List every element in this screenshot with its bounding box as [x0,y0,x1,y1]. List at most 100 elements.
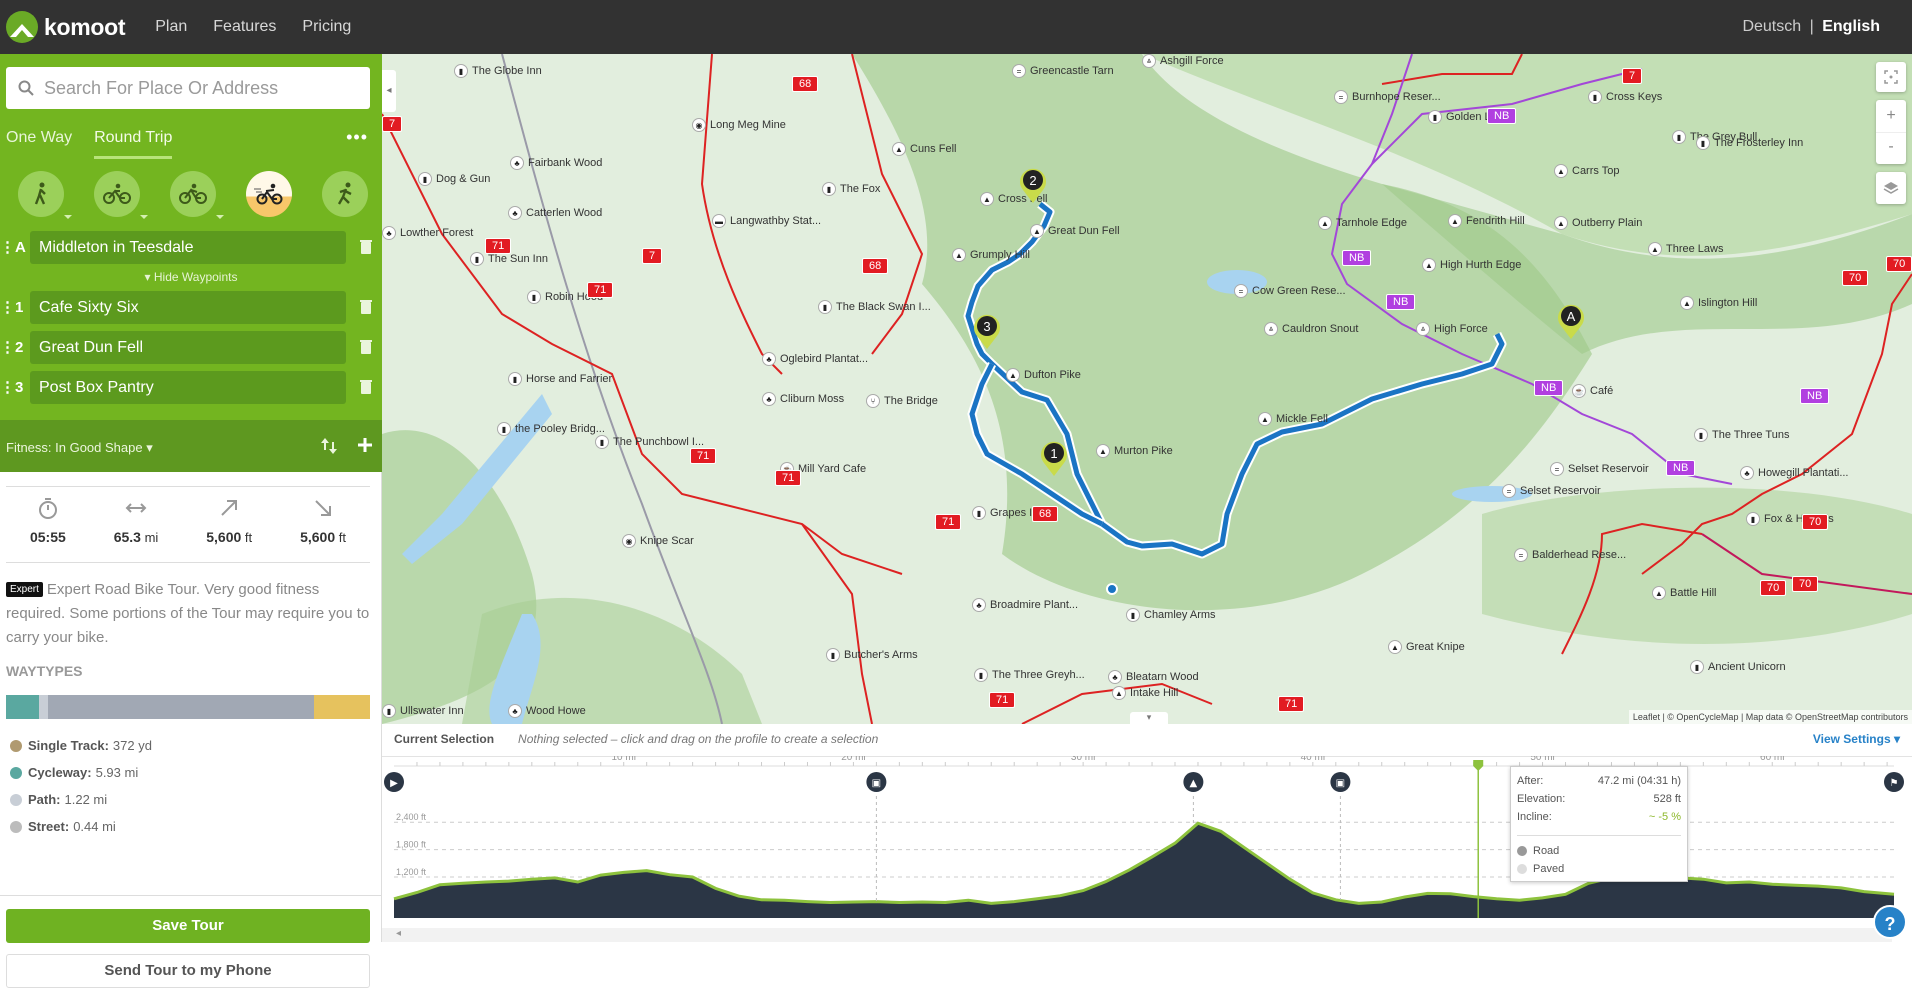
waypoint-pin-3[interactable]: 3 [972,312,1002,350]
nav-pricing[interactable]: Pricing [302,18,351,36]
map-poi-label[interactable]: ♣ Wood Howe [508,704,586,718]
lang-english[interactable]: English [1822,18,1880,35]
map-poi-label[interactable]: ▮ Cross Keys [1588,90,1662,104]
map-poi-label[interactable]: ▲ Cuns Fell [892,142,956,156]
nav-plan[interactable]: Plan [155,18,187,36]
map-poi-label[interactable]: ▲ Carrs Top [1554,164,1619,178]
waypoint-start-field[interactable]: Middleton in Teesdale [30,231,346,264]
map-poi-label[interactable]: ♣ Cliburn Moss [762,392,844,406]
sport-mountain-bike[interactable] [170,171,224,219]
map-poi-label[interactable]: ▲ Battle Hill [1652,586,1716,600]
sport-road-bike[interactable] [246,171,292,217]
map-poi-label[interactable]: ⩓ High Force [1416,322,1488,336]
map-poi-label[interactable]: = Selset Reservoir [1550,462,1649,476]
waypoint-marker-label[interactable]: ⋮1 [0,298,23,316]
map-poi-label[interactable]: ♣ Catterlen Wood [508,206,602,220]
map-poi-label[interactable]: ▮ The Fox [822,182,880,196]
map-poi-label[interactable]: ▮ The Three Greyh... [974,668,1085,682]
map-attribution[interactable]: Leaflet | © OpenCycleMap | Map data © Op… [1628,710,1912,724]
map-poi-label[interactable]: ▮ The Frosterley Inn [1696,136,1803,150]
map-poi-label[interactable]: ♣ Howegill Plantati... [1740,466,1849,480]
map-poi-label[interactable]: ⑂ The Bridge [866,394,938,408]
sport-running[interactable] [322,171,368,217]
toggle-profile-button[interactable]: ▾ [1130,712,1168,724]
map-poi-label[interactable]: ♣ Broadmire Plant... [972,598,1078,612]
map-poi-label[interactable]: ⩓ Ashgill Force [1142,54,1224,68]
waypoint-field[interactable]: Great Dun Fell [30,331,346,364]
map-poi-label[interactable]: = Balderhead Rese... [1514,548,1626,562]
map-poi-label[interactable]: ▬ Langwathby Stat... [712,214,821,228]
sport-touring-bike[interactable] [94,171,148,219]
layers-button[interactable] [1876,172,1906,204]
waypoint-marker-label[interactable]: ⋮3 [0,378,23,396]
map-poi-label[interactable]: ♣ Lowther Forest [382,226,473,240]
waypoint-pin-1[interactable]: 1 [1039,439,1069,477]
chevron-down-icon[interactable] [64,215,72,219]
map-poi-label[interactable]: ▲ Grumply Hill [952,248,1030,262]
map-poi-label[interactable]: ▲ Three Laws [1648,242,1723,256]
komoot-logo[interactable]: komoot [6,11,126,43]
map-poi-label[interactable]: ▮ Butcher's Arms [826,648,918,662]
map-poi-label[interactable]: ▲ Fendrith Hill [1448,214,1525,228]
lang-deutsch[interactable]: Deutsch [1742,18,1801,35]
map-poi-label[interactable]: ▲ Tarnhole Edge [1318,216,1407,230]
map-poi-label[interactable]: = Burnhope Reser... [1334,90,1441,104]
map-poi-label[interactable]: ◉ Long Meg Mine [692,118,786,132]
tab-round-trip[interactable]: Round Trip [94,129,173,159]
map-poi-label[interactable]: ☕ Café [1572,384,1613,398]
map-poi-label[interactable]: ♣ Oglebird Plantat... [762,352,868,366]
map-poi-label[interactable]: ▲ Intake Hill [1112,686,1178,700]
map-canvas[interactable]: ▮ The Globe Inn ◉ Long Meg Mine ♣ Fairbank Wo… [382,54,1912,724]
map-poi-label[interactable]: ▮ Ancient Unicorn [1690,660,1786,674]
zoom-in-button[interactable]: + [1886,100,1895,132]
reverse-route-icon[interactable] [320,436,338,456]
trash-icon[interactable] [360,339,372,354]
view-settings-dropdown[interactable]: View Settings ▾ [1813,732,1900,746]
map-poi-label[interactable]: ▮ The Globe Inn [454,64,542,78]
map-poi-label[interactable]: ▮ Chamley Arms [1126,608,1216,622]
search-input[interactable]: Search For Place Or Address [6,67,370,109]
tab-one-way[interactable]: One Way [6,129,72,159]
map-poi-label[interactable]: ▲ Great Knipe [1388,640,1465,654]
map-poi-label[interactable]: ▮ The Punchbowl I... [595,435,704,449]
fullscreen-button[interactable] [1876,62,1906,92]
add-waypoint-icon[interactable] [358,438,372,452]
map-poi-label[interactable]: = Greencastle Tarn [1012,64,1114,78]
map-poi-label[interactable]: ▲ High Hurth Edge [1422,258,1521,272]
help-button[interactable]: ? [1873,905,1907,939]
waypoint-marker-label[interactable]: ⋮2 [0,338,23,356]
save-tour-button[interactable]: Save Tour [6,909,370,943]
trash-icon[interactable] [360,379,372,394]
sport-hiking[interactable] [18,171,72,219]
map-poi-label[interactable]: ▮ The Sun Inn [470,252,548,266]
hide-waypoints-toggle[interactable]: ▾ Hide Waypoints [0,270,382,284]
waypoint-pin-2[interactable]: 2 [1018,166,1048,204]
start-pin-a[interactable]: A [1556,302,1586,340]
waypoint-field[interactable]: Cafe Sixty Six [30,291,346,324]
map-poi-label[interactable]: ▮ Dog & Gun [418,172,490,186]
waypoint-marker-label[interactable]: ⋮A [0,238,26,256]
more-options-icon[interactable]: ••• [346,127,368,148]
map-poi-label[interactable]: ▲ Dufton Pike [1006,368,1081,382]
profile-scrollbar[interactable]: ◂ [382,928,1892,942]
map-poi-label[interactable]: ▲ Mickle Fell [1258,412,1328,426]
map-poi-label[interactable]: = Cow Green Rese... [1234,284,1346,298]
map-poi-label[interactable]: ▲ Islington Hill [1680,296,1757,310]
nav-features[interactable]: Features [213,18,276,36]
zoom-out-button[interactable]: - [1876,132,1906,164]
map-poi-label[interactable]: ▮ Ullswater Inn [382,704,464,718]
trash-icon[interactable] [360,239,372,254]
chevron-down-icon[interactable] [140,215,148,219]
fitness-dropdown[interactable]: Fitness: In Good Shape ▾ [6,440,153,455]
waypoint-field[interactable]: Post Box Pantry [30,371,346,404]
map-poi-label[interactable]: ▲ Murton Pike [1096,444,1173,458]
chevron-down-icon[interactable] [216,215,224,219]
trash-icon[interactable] [360,299,372,314]
send-to-phone-button[interactable]: Send Tour to my Phone [6,954,370,988]
map-poi-label[interactable]: ◉ Knipe Scar [622,534,694,548]
map-poi-label[interactable]: ▲ Outberry Plain [1554,216,1642,230]
map-poi-label[interactable]: ⩓ Cauldron Snout [1264,322,1358,336]
map-poi-label[interactable]: ▮ The Black Swan I... [818,300,931,314]
collapse-sidebar-button[interactable]: ◂ [382,70,396,112]
map-poi-label[interactable]: ▮ Horse and Farrier [508,372,612,386]
